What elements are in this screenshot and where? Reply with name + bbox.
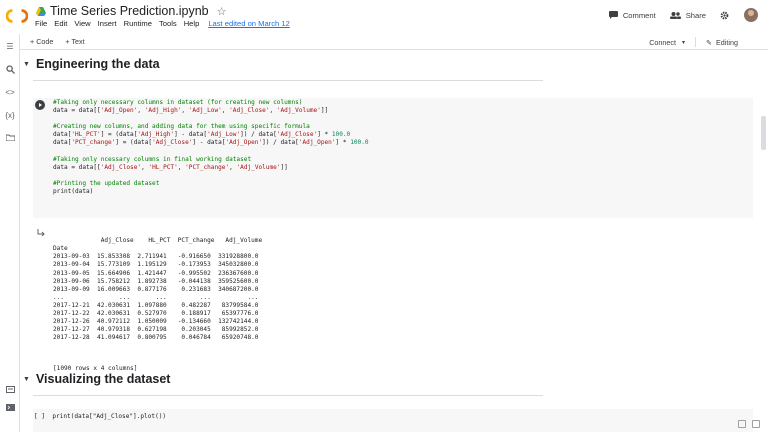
output-line: 2017-12-21 42.030631 1.097880 0.482287 8… <box>53 301 259 309</box>
output-line: ... ... ... ... ... <box>53 293 259 301</box>
comment-label: Comment <box>622 10 656 20</box>
app-header: Time Series Prediction.ipynb ☆ File Edit… <box>0 0 768 34</box>
menu-runtime[interactable]: Runtime <box>124 19 152 28</box>
output-line: 2013-09-04 15.773109 1.195129 -0.173953 … <box>53 261 259 269</box>
colab-logo[interactable] <box>6 6 28 26</box>
code-line: #Taking only ncessary columns in final w… <box>53 155 252 163</box>
notebook-toolbar: + Code + Text Connect ▾ ✎ Editing <box>0 34 768 50</box>
notebook-content: ▼ Engineering the data #Taking only nece… <box>21 51 758 432</box>
comment-icon <box>608 11 618 19</box>
code-line: data = data[['Adj_Open', 'Adj_High', 'Ad… <box>53 107 329 115</box>
panel-icon[interactable] <box>738 420 746 428</box>
star-icon[interactable]: ☆ <box>217 5 227 18</box>
notebook-title[interactable]: Time Series Prediction.ipynb <box>50 4 209 18</box>
command-palette-icon[interactable] <box>5 386 15 396</box>
output-line: 2017-12-27 40.979318 0.627198 0.203045 8… <box>53 326 259 334</box>
section-divider <box>33 80 543 81</box>
output-line: 2017-12-22 42.030631 0.527970 0.188917 6… <box>53 310 259 318</box>
drive-icon <box>36 6 46 16</box>
output-line: 2017-12-26 40.972112 1.050009 -0.134660 … <box>53 318 259 326</box>
output-line: 2013-09-06 15.758212 1.892738 -0.044138 … <box>53 277 259 285</box>
terminal-icon[interactable] <box>5 404 15 414</box>
run-cell-button[interactable] <box>35 100 45 110</box>
menu-view[interactable]: View <box>74 19 90 28</box>
left-sidebar: ☰ <> {x} <box>0 34 20 432</box>
output-icon[interactable] <box>37 223 46 237</box>
pencil-icon: ✎ <box>705 37 713 47</box>
share-label: Share <box>685 10 706 20</box>
gear-icon <box>720 11 729 19</box>
toolbar-divider <box>694 37 696 47</box>
search-icon[interactable] <box>5 65 15 75</box>
code-line: print(data) <box>53 188 94 196</box>
last-edited-link[interactable]: Last edited on March 12 <box>208 19 289 28</box>
output-table: Adj_Close HL_PCT PCT_change Adj_Volume Da… <box>53 237 262 342</box>
code-snippets-icon[interactable]: <> <box>5 88 15 98</box>
section-title: Visualizing the dataset <box>35 372 171 386</box>
menu-help[interactable]: Help <box>184 19 200 28</box>
variables-icon[interactable]: {x} <box>5 111 15 121</box>
add-code-button[interactable]: + Code <box>30 37 53 46</box>
code-cell-partial-text[interactable]: [ ] print(data["Adj_Close"].plot()) <box>34 413 166 420</box>
expand-icon[interactable] <box>752 420 760 428</box>
people-icon <box>669 11 681 19</box>
code-line: data = data[['Adj_Close', 'HL_PCT', 'PCT… <box>53 163 288 171</box>
menu-tools[interactable]: Tools <box>159 19 177 28</box>
section-heading-engineering: ▼ Engineering the data <box>23 57 160 71</box>
menu-file[interactable]: File <box>35 19 47 28</box>
settings-button[interactable] <box>720 11 734 20</box>
bottom-right-icons <box>732 420 760 428</box>
menu-edit[interactable]: Edit <box>54 19 67 28</box>
code-line: data['PCT_change'] = (data['Adj_Close'] … <box>53 139 369 147</box>
editing-mode-button[interactable]: Editing <box>716 38 738 47</box>
folder-icon[interactable] <box>5 134 15 144</box>
output-line: 2013-09-05 15.664906 1.421447 -0.995502 … <box>53 269 259 277</box>
output-line: Adj_Close HL_PCT PCT_change Adj_Volume <box>53 237 263 245</box>
code-line: #Printing the updated dataset <box>53 179 160 187</box>
vertical-scrollbar[interactable] <box>761 116 766 150</box>
code-line: #Creating new columns, and adding data f… <box>53 123 310 131</box>
section-divider <box>33 395 543 396</box>
add-text-button[interactable]: + Text <box>65 37 84 46</box>
output-line: Date <box>53 245 68 253</box>
output-line: 2013-09-03 15.853308 2.711941 -0.916650 … <box>53 253 259 261</box>
code-editor[interactable]: #Taking only necessary columns in datase… <box>53 99 369 196</box>
code-line: data['HL_PCT'] = (data['Adj_High'] - dat… <box>53 131 351 139</box>
share-button[interactable]: Share <box>669 10 706 20</box>
chevron-down-icon[interactable]: ▾ <box>682 39 685 46</box>
cell-output: Adj_Close HL_PCT PCT_change Adj_Volume Da… <box>53 221 262 389</box>
section-heading-visualizing: ▼ Visualizing the dataset <box>23 372 170 386</box>
comment-button[interactable]: Comment <box>608 10 656 20</box>
table-of-contents-icon[interactable]: ☰ <box>5 42 15 52</box>
menu-bar: File Edit View Insert Runtime Tools Help… <box>35 19 297 28</box>
collapse-caret-icon[interactable]: ▼ <box>23 376 30 383</box>
menu-insert[interactable]: Insert <box>98 19 117 28</box>
connect-button[interactable]: Connect <box>649 38 676 47</box>
collapse-caret-icon[interactable]: ▼ <box>23 61 30 68</box>
code-line: #Taking only necessary columns in datase… <box>53 99 303 106</box>
section-title: Engineering the data <box>35 57 160 71</box>
avatar[interactable] <box>744 8 758 22</box>
output-line: 2017-12-28 41.094617 0.800795 0.046784 6… <box>53 334 259 342</box>
output-line: 2013-09-09 16.009663 0.877176 0.231683 3… <box>53 285 259 293</box>
